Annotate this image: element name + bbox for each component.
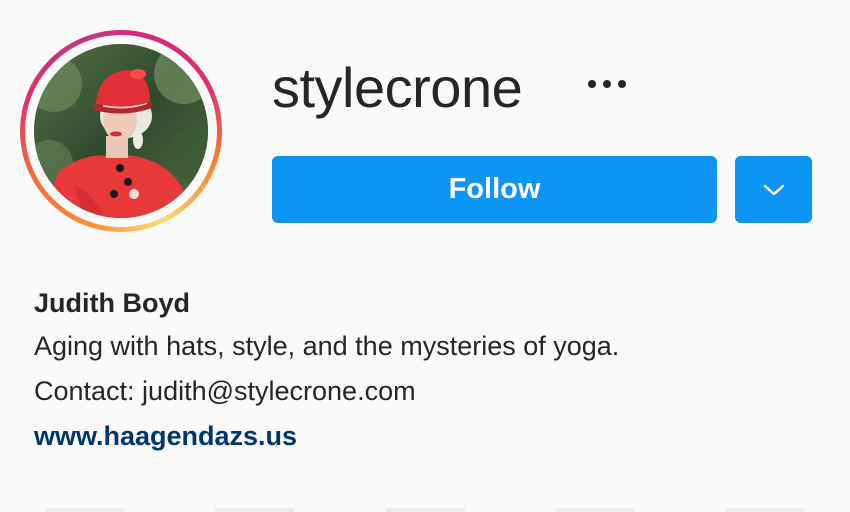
chevron-down-icon — [763, 184, 784, 195]
more-options-button[interactable] — [578, 66, 636, 102]
profile-website-link[interactable]: www.haagendazs.us — [34, 414, 297, 459]
bio-tagline: Aging with hats, style, and the mysterie… — [34, 331, 620, 361]
profile-full-name: Judith Boyd — [34, 288, 190, 318]
profile-header: stylecrone Follow Judith Boyd Aging with… — [0, 0, 850, 512]
avatar-photo — [34, 44, 208, 218]
profile-avatar-ring[interactable] — [20, 30, 222, 232]
more-options-icon — [585, 80, 630, 88]
profile-username: stylecrone — [272, 56, 523, 119]
profile-bio: Judith Boyd Aging with hats, style, and … — [34, 282, 814, 459]
profile-avatar[interactable] — [34, 44, 208, 218]
follow-button[interactable]: Follow — [272, 156, 717, 223]
bio-contact: Contact: judith@stylecrone.com — [34, 376, 416, 406]
suggested-accounts-button[interactable] — [735, 156, 812, 223]
highlights-strip-edge — [0, 500, 850, 512]
